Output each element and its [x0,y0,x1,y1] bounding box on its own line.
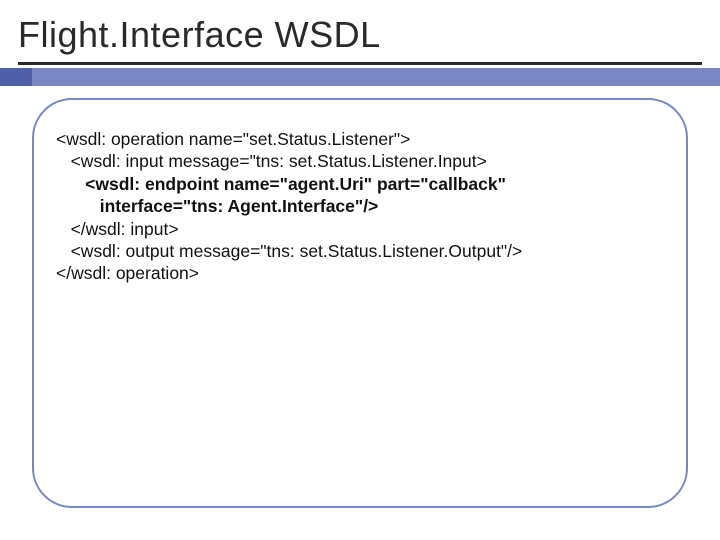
title-decoration-band [0,68,720,86]
code-line-2: <wsdl: input message="tns: set.Status.Li… [56,151,487,171]
code-line-5: </wsdl: input> [56,219,179,239]
code-line-3: <wsdl: endpoint name="agent.Uri" part="c… [56,174,506,194]
slide-title: Flight.Interface WSDL [18,14,381,56]
slide: Flight.Interface WSDL <wsdl: operation n… [0,0,720,540]
code-line-6: <wsdl: output message="tns: set.Status.L… [56,241,522,261]
wsdl-code-block: <wsdl: operation name="set.Status.Listen… [56,128,664,285]
code-line-1: <wsdl: operation name="set.Status.Listen… [56,129,410,149]
code-line-7: </wsdl: operation> [56,263,199,283]
title-underline [18,62,702,65]
title-decoration-band-accent [0,68,32,86]
content-panel: <wsdl: operation name="set.Status.Listen… [32,98,688,508]
code-line-4: interface="tns: Agent.Interface"/> [56,196,378,216]
